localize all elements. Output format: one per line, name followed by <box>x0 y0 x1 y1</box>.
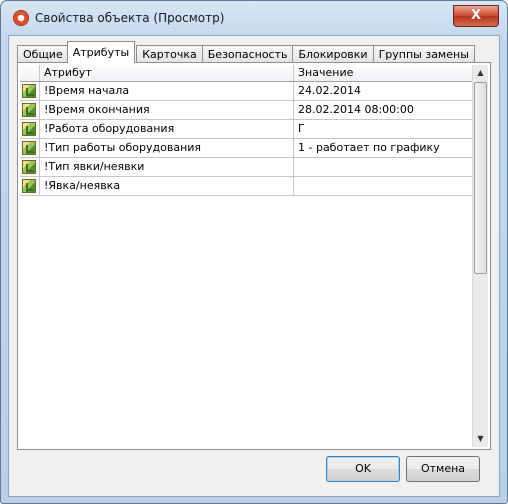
attribute-icon <box>22 84 36 98</box>
tab-strip: Общие Атрибуты Карточка Безопасность Бло… <box>17 41 475 63</box>
table-row[interactable]: !Явка/неявка <box>20 177 474 196</box>
attribute-icon <box>22 103 36 117</box>
dialog-window: Свойства объекта (Просмотр) X Общие Атри… <box>0 0 508 504</box>
attribute-name: !Явка/неявка <box>40 177 294 195</box>
table-row[interactable]: !Время окончания 28.02.2014 08:00:00 <box>20 101 474 120</box>
table-row[interactable]: !Тип работы оборудования 1 - работает по… <box>20 139 474 158</box>
tab-attributes[interactable]: Атрибуты <box>66 41 136 63</box>
tab-card[interactable]: Карточка <box>136 45 203 63</box>
attribute-value[interactable] <box>294 177 474 195</box>
close-button[interactable]: X <box>453 5 499 27</box>
attribute-icon <box>22 141 36 155</box>
header-value[interactable]: Значение <box>294 65 474 81</box>
window-title: Свойства объекта (Просмотр) <box>35 11 225 25</box>
scrollbar-thumb[interactable] <box>474 82 487 274</box>
attributes-panel: Атрибут Значение !Время начала 24.02.201… <box>17 62 491 450</box>
table-row[interactable]: !Время начала 24.02.2014 <box>20 82 474 101</box>
attribute-value[interactable] <box>294 158 474 176</box>
vertical-scrollbar[interactable]: ▲ ▼ <box>472 65 488 447</box>
attribute-icon <box>22 179 36 193</box>
title-bar[interactable]: Свойства объекта (Просмотр) X <box>1 1 507 37</box>
ok-button[interactable]: OK <box>326 456 400 482</box>
attribute-name: !Тип работы оборудования <box>40 139 294 157</box>
tab-security[interactable]: Безопасность <box>201 45 294 63</box>
cancel-button[interactable]: Отмена <box>406 456 480 482</box>
header-icon-column <box>20 65 40 81</box>
attribute-value[interactable]: 1 - работает по графику <box>294 139 474 157</box>
scroll-up-arrow-icon[interactable]: ▲ <box>473 65 488 81</box>
tab-locks[interactable]: Блокировки <box>292 45 374 63</box>
attribute-name: !Время окончания <box>40 101 294 119</box>
attribute-icon <box>22 122 36 136</box>
attribute-name: !Время начала <box>40 82 294 100</box>
tab-general[interactable]: Общие <box>17 45 69 63</box>
table-row[interactable]: !Тип явки/неявки <box>20 158 474 177</box>
attributes-grid: Атрибут Значение !Время начала 24.02.201… <box>20 65 474 447</box>
attribute-value[interactable]: 28.02.2014 08:00:00 <box>294 101 474 119</box>
grid-header: Атрибут Значение <box>20 65 474 82</box>
table-row[interactable]: !Работа оборудования Г <box>20 120 474 139</box>
app-logo-icon <box>13 10 29 26</box>
attribute-icon <box>22 160 36 174</box>
attribute-name: !Работа оборудования <box>40 120 294 138</box>
tab-replacement-groups[interactable]: Группы замены <box>372 45 475 63</box>
dialog-body: Общие Атрибуты Карточка Безопасность Бло… <box>8 35 500 497</box>
attribute-name: !Тип явки/неявки <box>40 158 294 176</box>
attribute-value[interactable]: Г <box>294 120 474 138</box>
scroll-down-arrow-icon[interactable]: ▼ <box>473 431 488 447</box>
header-attribute[interactable]: Атрибут <box>40 65 294 81</box>
attribute-value[interactable]: 24.02.2014 <box>294 82 474 100</box>
